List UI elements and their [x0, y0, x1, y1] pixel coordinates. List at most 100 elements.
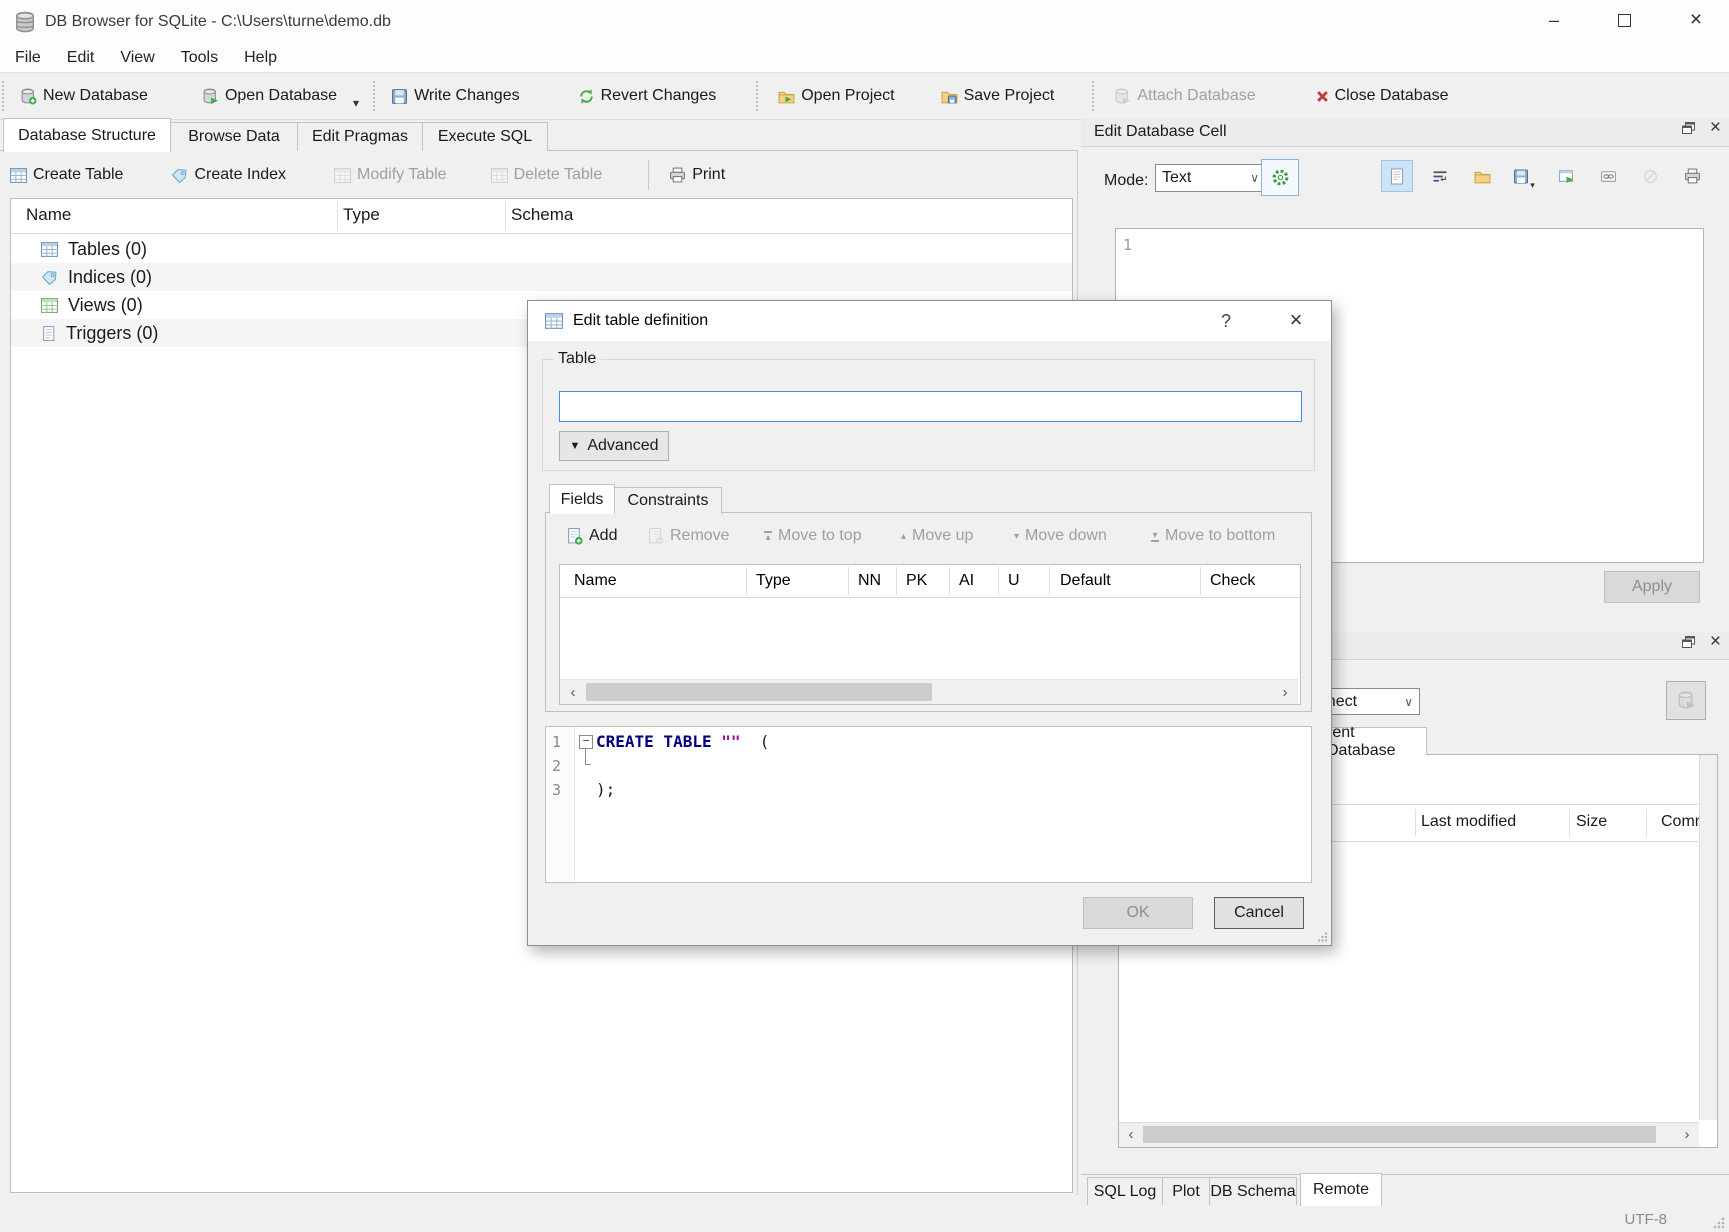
tab-database-structure[interactable]: Database Structure: [3, 118, 171, 152]
scroll-right-arrow[interactable]: ›: [1277, 684, 1293, 700]
move-to-top-label: Move to top: [778, 527, 862, 545]
create-table-button[interactable]: Create Table: [10, 166, 123, 184]
revert-changes-button[interactable]: Revert Changes: [570, 78, 725, 114]
fold-line-tick: [585, 764, 591, 765]
add-field-button[interactable]: Add: [566, 522, 617, 550]
auto-detect-button[interactable]: [1261, 159, 1299, 196]
set-null-button[interactable]: [1635, 161, 1665, 191]
table-name-input[interactable]: [559, 391, 1302, 422]
modify-table-button[interactable]: Modify Table: [334, 166, 447, 184]
open-database-dropdown-arrow[interactable]: ▾: [353, 96, 359, 110]
editor-line-number: 1: [1123, 236, 1132, 254]
revert-changes-label: Revert Changes: [601, 87, 717, 105]
create-index-button[interactable]: Create Index: [171, 166, 286, 184]
bottom-tab-border: [1081, 1174, 1729, 1175]
mode-select[interactable]: Text ∨: [1155, 164, 1266, 192]
sql-preview[interactable]: 1 2 3 − CREATE TABLE "" ( );: [545, 726, 1312, 883]
close-dock-icon[interactable]: ×: [1710, 635, 1721, 649]
tab-browse-data[interactable]: Browse Data: [170, 122, 298, 151]
save-project-button[interactable]: Save Project: [933, 78, 1063, 114]
menu-tools[interactable]: Tools: [168, 44, 231, 72]
float-dock-icon[interactable]: [1681, 121, 1696, 135]
tab-remote[interactable]: Remote: [1300, 1173, 1382, 1206]
column-last-modified[interactable]: Last modified: [1421, 813, 1516, 831]
cancel-button[interactable]: Cancel: [1214, 897, 1304, 929]
tree-item-indices[interactable]: Indices (0): [11, 263, 1072, 291]
new-database-button[interactable]: New Database: [12, 78, 156, 114]
float-dock-icon[interactable]: [1681, 635, 1696, 649]
dialog-help-button[interactable]: ?: [1214, 309, 1238, 333]
column-size[interactable]: Size: [1576, 813, 1607, 831]
fields-horizontal-scrollbar[interactable]: ‹ ›: [560, 679, 1298, 704]
ok-button[interactable]: OK: [1083, 897, 1193, 929]
tab-sql-log[interactable]: SQL Log: [1087, 1177, 1163, 1205]
word-wrap-button[interactable]: [1425, 161, 1455, 191]
column-divider[interactable]: [1569, 809, 1570, 837]
text-mode-button[interactable]: [1381, 160, 1413, 192]
tab-plot[interactable]: Plot: [1162, 1177, 1210, 1205]
import-cell-button[interactable]: [1467, 161, 1497, 191]
move-to-top-button[interactable]: ▴ Move to top: [764, 522, 862, 550]
line-number-gutter: 1 2 3: [546, 727, 575, 882]
create-index-label: Create Index: [194, 166, 286, 184]
tree-item-label: Views (0): [68, 295, 143, 316]
resize-grip[interactable]: [1712, 1216, 1725, 1229]
scrollbar-thumb[interactable]: [1143, 1126, 1656, 1143]
column-divider[interactable]: [337, 202, 338, 230]
tab-current-database[interactable]: rent Database: [1316, 727, 1427, 755]
encoding-indicator[interactable]: UTF-8: [1625, 1211, 1668, 1228]
column-divider[interactable]: [505, 202, 506, 230]
delete-table-button[interactable]: Delete Table: [491, 166, 603, 184]
horizontal-scrollbar[interactable]: ‹ ›: [1119, 1122, 1699, 1147]
scroll-left-arrow[interactable]: ‹: [565, 684, 581, 700]
open-in-app-button[interactable]: [1551, 161, 1581, 191]
remove-field-button[interactable]: Remove: [647, 522, 730, 550]
tree-item-tables[interactable]: Tables (0): [11, 235, 1072, 263]
column-name[interactable]: Name: [26, 205, 71, 225]
scroll-left-arrow[interactable]: ‹: [1123, 1126, 1139, 1142]
status-bar: UTF-8: [0, 1207, 1729, 1232]
tab-constraints[interactable]: Constraints: [614, 487, 722, 514]
vertical-scrollbar[interactable]: [1699, 755, 1717, 1120]
menu-view[interactable]: View: [107, 44, 167, 72]
move-to-bottom-button[interactable]: ▾ Move to bottom: [1151, 522, 1275, 550]
dialog-resize-grip[interactable]: [1316, 931, 1328, 943]
open-database-button[interactable]: Open Database: [194, 78, 345, 114]
fold-marker-icon[interactable]: −: [579, 735, 593, 749]
scrollbar-thumb[interactable]: [586, 683, 932, 701]
menu-edit[interactable]: Edit: [54, 44, 108, 72]
dialog-close-button[interactable]: ×: [1283, 307, 1309, 333]
move-down-button[interactable]: ▾ Move down: [1014, 522, 1107, 550]
link-button[interactable]: [1593, 161, 1623, 191]
create-table-icon: [10, 168, 27, 183]
move-up-button[interactable]: ▴ Move up: [901, 522, 973, 550]
print-button[interactable]: Print: [669, 166, 725, 184]
column-schema[interactable]: Schema: [511, 205, 573, 225]
maximize-button[interactable]: [1601, 3, 1647, 37]
apply-button[interactable]: Apply: [1604, 571, 1700, 603]
tab-edit-pragmas[interactable]: Edit Pragmas: [297, 122, 423, 151]
toolbar-grip[interactable]: [2, 81, 8, 111]
minimize-button[interactable]: –: [1531, 3, 1577, 37]
menu-file[interactable]: File: [2, 44, 54, 72]
scroll-right-arrow[interactable]: ›: [1679, 1126, 1695, 1142]
column-divider[interactable]: [1415, 809, 1416, 837]
triggers-icon: [41, 326, 56, 341]
write-changes-button[interactable]: Write Changes: [383, 78, 528, 114]
close-button[interactable]: ×: [1673, 3, 1719, 37]
export-cell-button[interactable]: ▾: [1509, 161, 1539, 191]
menu-help[interactable]: Help: [231, 44, 290, 72]
print-cell-button[interactable]: [1677, 161, 1707, 191]
fields-table-header: Name Type NN PK AI U Default Check: [560, 565, 1300, 598]
attach-database-button[interactable]: Attach Database: [1106, 78, 1263, 114]
remote-push-button[interactable]: [1666, 681, 1706, 720]
column-type[interactable]: Type: [343, 205, 380, 225]
close-dock-icon[interactable]: ×: [1710, 121, 1721, 135]
close-database-button[interactable]: Close Database: [1308, 78, 1457, 114]
tab-fields[interactable]: Fields: [549, 484, 615, 514]
tab-db-schema[interactable]: DB Schema: [1209, 1177, 1297, 1205]
advanced-button[interactable]: ▼ Advanced: [559, 431, 669, 461]
tab-execute-sql[interactable]: Execute SQL: [422, 122, 548, 151]
column-divider[interactable]: [1646, 809, 1647, 837]
open-project-button[interactable]: Open Project: [770, 78, 902, 114]
